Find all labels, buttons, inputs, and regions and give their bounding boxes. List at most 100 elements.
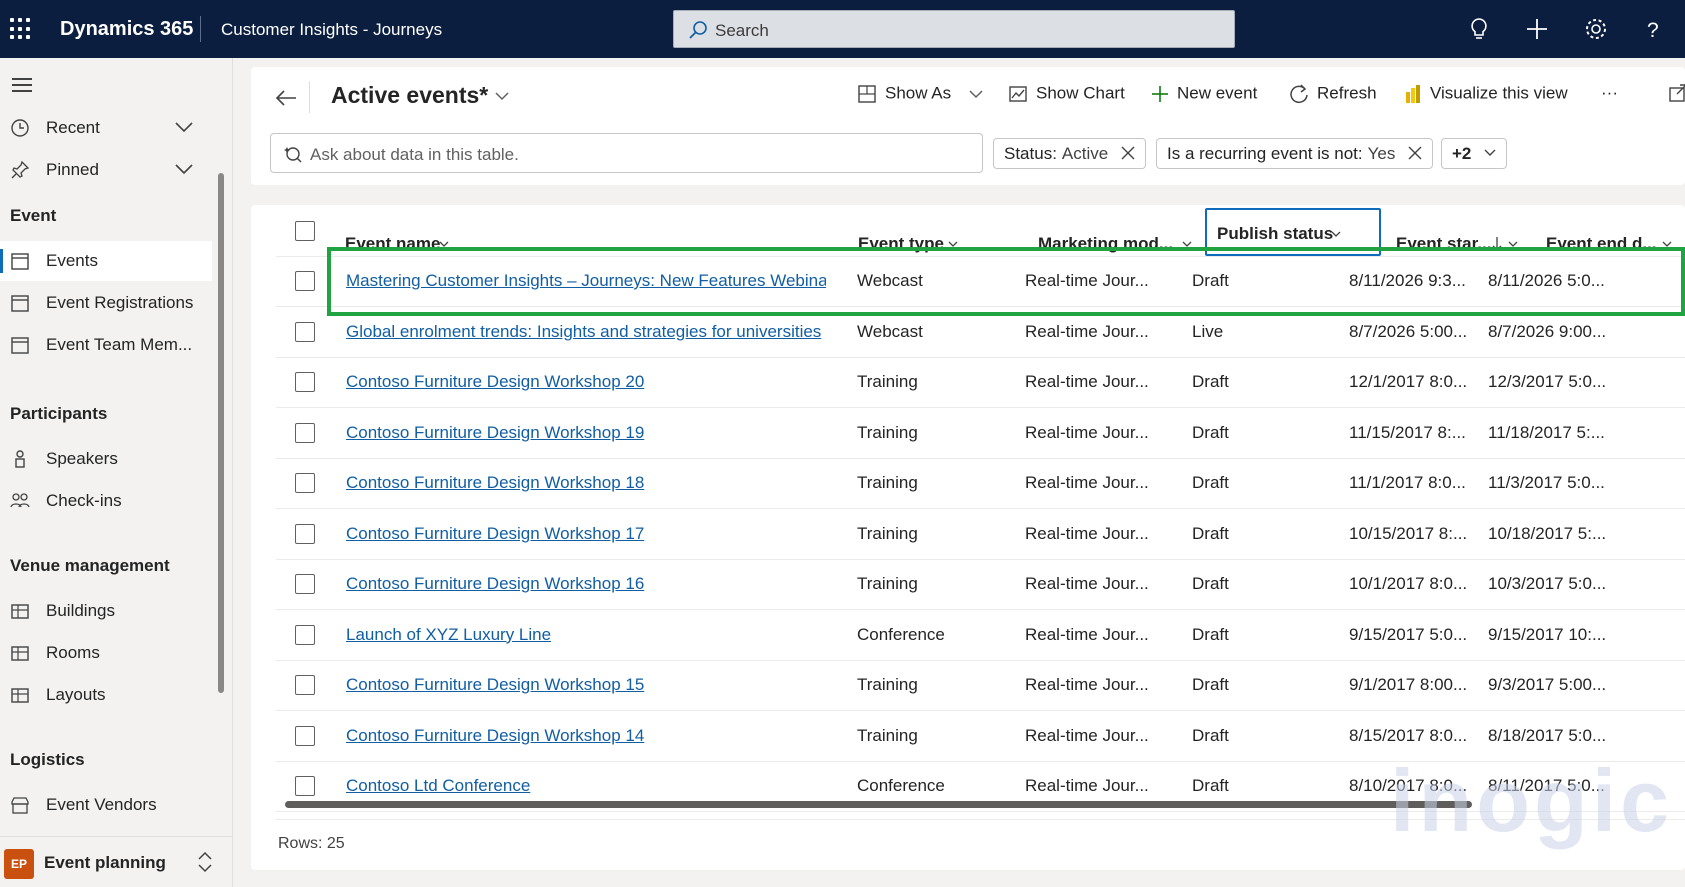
row-checkbox[interactable]: [295, 321, 315, 342]
cell-publish-status: Draft: [1192, 675, 1229, 694]
row-checkbox[interactable]: [295, 675, 315, 695]
cell-event-type: Webcast: [857, 321, 923, 341]
cell-event-start: 9/1/2017 8:00...: [1349, 675, 1468, 694]
show-chart-button[interactable]: Show Chart: [1008, 83, 1125, 104]
chevron-down-icon[interactable]: [174, 162, 194, 176]
lightbulb-icon[interactable]: [1466, 16, 1492, 42]
horizontal-scrollbar[interactable]: [285, 801, 1472, 808]
cell-event-name[interactable]: Launch of XYZ Luxury Line: [346, 625, 826, 645]
row-checkbox[interactable]: [295, 473, 315, 493]
cell-event-start: 11/15/2017 8:...: [1349, 422, 1466, 442]
show-as-button[interactable]: Show As: [857, 83, 984, 104]
nav-check-ins[interactable]: Check-ins: [0, 481, 212, 521]
nav-recent[interactable]: Recent: [0, 108, 212, 148]
chevron-up-down-icon[interactable]: [196, 851, 214, 873]
calendar-icon: [11, 253, 29, 270]
cell-event-start: 8/7/2026 5:00...: [1349, 321, 1468, 341]
cell-event-name[interactable]: Contoso Furniture Design Workshop 15: [346, 675, 826, 695]
cell-marketing-module: Real-time Jour...: [1025, 725, 1149, 745]
cell-event-end: 8/7/2026 9:00...: [1488, 321, 1607, 341]
building-icon: [11, 604, 29, 619]
cell-event-name[interactable]: Global enrolment trends: Insights and st…: [346, 322, 826, 342]
nav-scrollbar[interactable]: [218, 173, 224, 693]
cell-event-name[interactable]: Contoso Furniture Design Workshop 19: [346, 423, 826, 443]
cell-event-name[interactable]: Contoso Furniture Design Workshop 16: [346, 574, 826, 594]
nav-pinned[interactable]: Pinned: [0, 150, 212, 190]
row-checkbox[interactable]: [295, 574, 315, 594]
cell-event-name[interactable]: Contoso Furniture Design Workshop 18: [346, 473, 826, 493]
view-title[interactable]: Active events*: [331, 82, 488, 109]
row-checkbox[interactable]: [295, 422, 315, 443]
chevron-down-icon[interactable]: [174, 120, 194, 134]
cell-marketing-module: Real-time Jour...: [1025, 473, 1149, 492]
cell-event-name[interactable]: Contoso Furniture Design Workshop 14: [346, 726, 826, 746]
close-icon[interactable]: [1121, 146, 1135, 160]
nav-group-logistics: Logistics: [10, 750, 85, 769]
row-checkbox[interactable]: [295, 725, 315, 746]
nav-buildings[interactable]: Buildings: [0, 591, 212, 631]
visualize-label: Visualize this view: [1430, 83, 1568, 103]
clock-icon: [11, 119, 29, 137]
filter-chip-status[interactable]: Status: Active: [993, 138, 1146, 169]
refresh-button[interactable]: Refresh: [1289, 83, 1377, 104]
table-row[interactable]: Contoso Furniture Design Workshop 19 Trai…: [276, 409, 1685, 459]
nav-rooms[interactable]: Rooms: [0, 633, 212, 673]
chevron-down-icon[interactable]: [494, 90, 510, 102]
filter-key: Status:: [1004, 144, 1057, 163]
table-row[interactable]: Contoso Furniture Design Workshop 18 Trai…: [276, 459, 1685, 509]
nav-check-ins-label: Check-ins: [46, 491, 122, 510]
cell-event-type: Training: [857, 725, 918, 745]
more-filters-button[interactable]: +2: [1441, 138, 1508, 169]
nav-event-registrations-label: Event Registrations: [46, 293, 194, 312]
nav-event-vendors[interactable]: Event Vendors: [0, 785, 212, 825]
select-all-checkbox[interactable]: [295, 221, 315, 241]
nav-buildings-label: Buildings: [46, 601, 115, 620]
cell-event-start: 9/15/2017 5:0...: [1349, 624, 1468, 644]
more-commands-button[interactable]: ···: [1601, 83, 1618, 103]
cell-publish-status: Draft: [1192, 725, 1229, 745]
nav-event-registrations[interactable]: Event Registrations: [0, 283, 212, 323]
share-icon[interactable]: [1669, 83, 1685, 103]
global-search[interactable]: Search: [673, 10, 1235, 48]
ask-copilot-input[interactable]: Ask about data in this table.: [270, 133, 983, 173]
cell-event-name[interactable]: Contoso Furniture Design Workshop 20: [346, 372, 826, 392]
table-row[interactable]: Launch of XYZ Luxury Line Conference Real-…: [276, 611, 1685, 661]
nav-group-venue: Venue management: [10, 556, 170, 575]
cell-publish-status: Live: [1192, 321, 1224, 341]
table-row[interactable]: Contoso Furniture Design Workshop 15 Trai…: [276, 661, 1685, 711]
filter-key: Is a recurring event is not:: [1167, 144, 1363, 163]
new-event-button[interactable]: New event: [1151, 83, 1257, 104]
back-arrow-icon[interactable]: [275, 89, 297, 107]
gear-icon[interactable]: [1583, 16, 1609, 42]
nav-event-team-members[interactable]: Event Team Mem...: [0, 325, 212, 365]
nav-events[interactable]: Events: [0, 241, 212, 281]
help-icon[interactable]: ?: [1640, 16, 1666, 42]
nav-rooms-label: Rooms: [46, 643, 100, 662]
nav-speakers[interactable]: Speakers: [0, 439, 212, 479]
cell-event-type: Training: [857, 422, 918, 442]
table-row[interactable]: Contoso Furniture Design Workshop 16 Trai…: [276, 560, 1685, 610]
nav-layouts[interactable]: Layouts: [0, 675, 212, 715]
row-checkbox[interactable]: [295, 271, 315, 291]
svg-text:?: ?: [1647, 19, 1659, 42]
rows-count: Rows: 25: [278, 835, 345, 852]
row-checkbox[interactable]: [295, 372, 315, 392]
table-row[interactable]: Contoso Furniture Design Workshop 17 Trai…: [276, 510, 1685, 560]
chevron-down-icon: [1331, 231, 1341, 237]
row-checkbox[interactable]: [295, 523, 315, 544]
close-icon[interactable]: [1408, 146, 1422, 160]
plus-icon[interactable]: [1524, 16, 1550, 42]
area-switcher[interactable]: EP Event planning: [0, 836, 232, 887]
cell-event-end: 11/3/2017 5:0...: [1488, 473, 1605, 492]
table-row[interactable]: Contoso Furniture Design Workshop 20 Trai…: [276, 358, 1685, 408]
filter-chip-recurring[interactable]: Is a recurring event is not: Yes: [1156, 138, 1434, 169]
hamburger-icon[interactable]: [12, 78, 32, 96]
row-checkbox[interactable]: [295, 776, 315, 796]
visualize-view-button[interactable]: Visualize this view: [1404, 83, 1568, 104]
cell-event-name[interactable]: Contoso Ltd Conference: [346, 776, 826, 796]
app-launcher-icon[interactable]: [10, 18, 32, 40]
product-name[interactable]: Dynamics 365: [60, 18, 193, 41]
app-name[interactable]: Customer Insights - Journeys: [221, 20, 442, 40]
cell-event-name[interactable]: Contoso Furniture Design Workshop 17: [346, 524, 826, 544]
row-checkbox[interactable]: [295, 624, 315, 645]
